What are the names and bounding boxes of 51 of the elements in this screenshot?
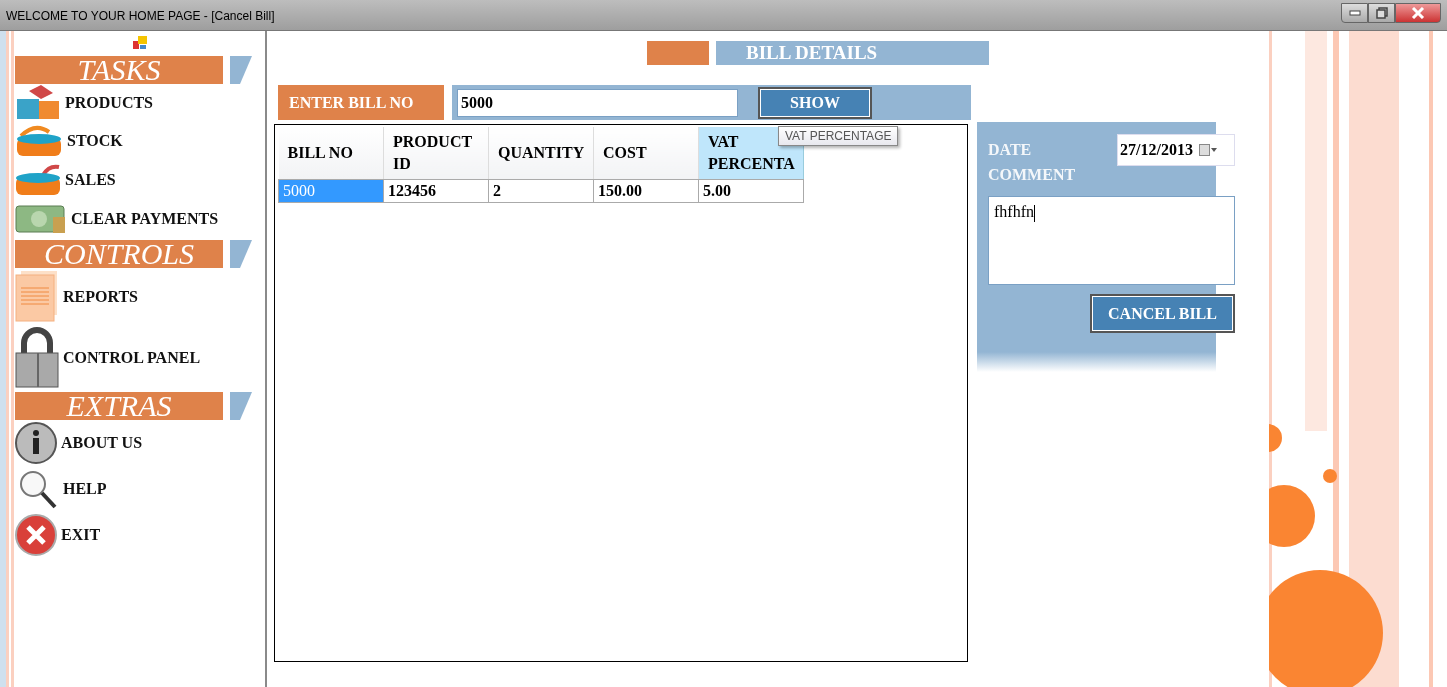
corner-tab-icon (230, 240, 252, 268)
menu-item[interactable]: EXIT (15, 512, 265, 558)
blocks-icon (15, 85, 61, 121)
menu-item[interactable]: ABOUT US (15, 420, 265, 466)
corner-tab-icon (230, 56, 252, 84)
minimize-icon (1348, 10, 1361, 16)
close-button[interactable] (1395, 3, 1441, 23)
comment-label: COMMENT (988, 166, 1077, 184)
table-cell[interactable]: 2 (488, 179, 594, 202)
menu-item[interactable]: CONTROL PANEL (15, 326, 265, 390)
document-icon (15, 270, 59, 324)
restore-icon (1375, 7, 1388, 19)
bucket-icon (15, 163, 61, 197)
app-icon (133, 36, 147, 50)
window-title: WELCOME TO YOUR HOME PAGE - [Cancel Bill] (6, 9, 275, 23)
restore-button[interactable] (1368, 3, 1395, 23)
column-header[interactable]: BILL NO (278, 127, 384, 179)
accent-block (647, 41, 709, 65)
date-picker[interactable]: 27/12/2013 (1117, 133, 1235, 166)
menu-item[interactable]: REPORTS (15, 268, 265, 326)
section-title: BILL DETAILS (716, 41, 989, 65)
bucket-icon (15, 124, 63, 158)
comment-field[interactable]: fhfhfn (988, 196, 1235, 285)
calendar-dropdown-icon[interactable] (1198, 143, 1217, 156)
cancel-bill-button[interactable]: CANCEL BILL (1092, 296, 1233, 331)
close-icon (1411, 7, 1425, 19)
menu-item[interactable]: STOCK (15, 122, 265, 160)
corner-tab-icon (230, 392, 252, 420)
table-cell[interactable]: 5.00 (698, 179, 804, 202)
column-header[interactable]: QUANTITY (488, 127, 594, 179)
info-icon (15, 422, 57, 464)
table-cell[interactable]: 150.00 (593, 179, 699, 202)
show-button[interactable]: SHOW (760, 88, 870, 117)
minimize-button[interactable] (1341, 3, 1368, 23)
menu-item[interactable]: SALES (15, 160, 265, 200)
bill-number-field[interactable]: 5000 (457, 88, 738, 117)
column-header[interactable]: COST (593, 127, 699, 179)
table-cell[interactable]: 123456 (383, 179, 489, 202)
exit-icon (15, 514, 57, 556)
padlock-icon (15, 327, 59, 389)
tooltip: VAT PERCENTAGE (778, 126, 899, 146)
cash-icon (15, 203, 67, 235)
section-heading: CONTROLS (15, 240, 223, 268)
date-label: DATE (988, 140, 1032, 159)
column-header[interactable]: PRODUCT ID (383, 127, 489, 179)
bill-number-label: ENTER BILL NO (278, 85, 444, 120)
menu-item[interactable]: CLEAR PAYMENTS (15, 200, 265, 238)
menu-item[interactable]: PRODUCTS (15, 84, 265, 122)
section-heading: EXTRAS (15, 392, 223, 420)
menu-item[interactable]: HELP (15, 466, 265, 512)
section-heading: TASKS (15, 56, 223, 84)
